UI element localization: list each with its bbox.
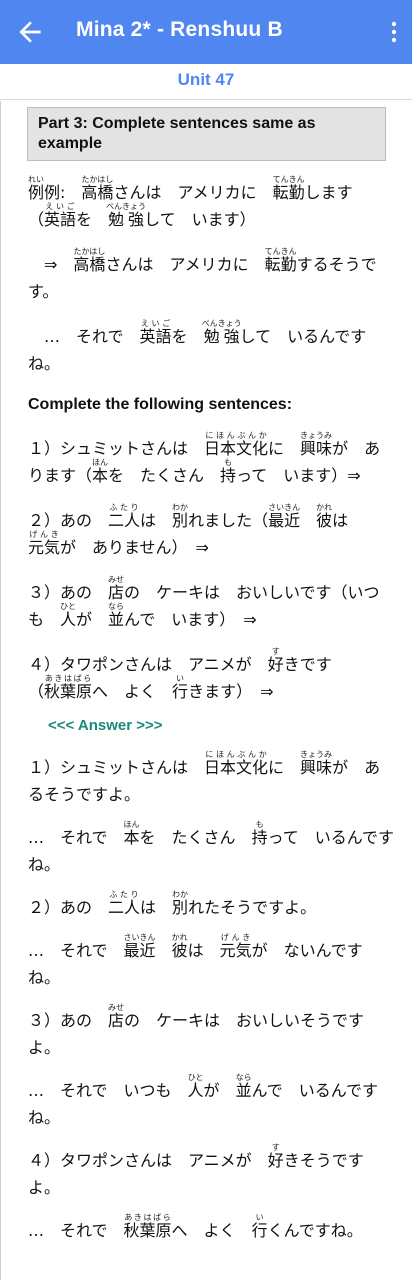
ruby-word: 持も	[251, 820, 268, 848]
ruby-word: 店みせ	[108, 575, 125, 603]
ruby-word: 最近さいきん	[268, 503, 301, 531]
ruby-word: 勉強べんきょう	[106, 202, 147, 230]
ruby-word: 行い	[172, 674, 189, 702]
ruby-word: 日本文化にほんぶんか	[204, 750, 269, 778]
answer-1-followup: … それで 本ほんを たくさん 持もって いるんですね。	[28, 820, 394, 875]
ruby-word: 彼かれ	[171, 933, 188, 961]
ruby-word: 人ひと	[60, 602, 77, 630]
answer-3: ３）あの 店みせの ケーキは おいしいそうですよ。	[28, 1003, 365, 1058]
ruby-word: 転勤てんきん	[272, 175, 305, 203]
ruby-word: 好す	[267, 647, 284, 675]
ruby-word: 転勤てんきん	[264, 247, 297, 275]
ruby-word: 本ほん	[92, 458, 109, 486]
answer-4-followup: … それで 秋葉原あきはばらへ よく 行いくんですね。	[28, 1213, 363, 1241]
example-transform: ⇒ 高橋たかはしさんは アメリカに 転勤てんきんするそうです。	[28, 247, 377, 302]
answer-2-followup: … それで 最近さいきん 彼かれは 元気げんきが ないんですね。	[28, 933, 363, 988]
ruby-word: 秋葉原あきはばら	[123, 1213, 172, 1241]
ruby-word: 英語えいご	[139, 319, 172, 347]
question-4: ４）タワポンさんは アニメが 好すきです（秋葉原あきはばらへ よく 行いきます）…	[28, 647, 332, 702]
example-sentence: 例れい例: 高橋たかはしさんは アメリカに 転勤てんきんします （英語えいごを 勉…	[28, 175, 353, 230]
answer-4: ４）タワポンさんは アニメが 好すきそうですよ。	[28, 1143, 364, 1198]
content-scroll[interactable]: Part 3: Complete sentences same as examp…	[0, 101, 412, 1280]
ruby-word: 例れい	[28, 175, 45, 203]
ruby-word: 並なら	[235, 1073, 252, 1101]
ruby-word: 日本文化にほんぶんか	[204, 431, 269, 459]
complete-heading: Complete the following sentences:	[28, 396, 293, 413]
ruby-word: 持も	[220, 458, 237, 486]
part-title-box: Part 3: Complete sentences same as examp…	[27, 107, 386, 161]
answer-3-followup: … それで いつも 人ひとが 並ならんで いるんですね。	[28, 1073, 378, 1128]
ruby-word: 秋葉原あきはばら	[44, 674, 93, 702]
ruby-word: 好す	[267, 1143, 284, 1171]
unit-header: Unit 47	[0, 64, 412, 100]
ruby-word: 興味きょうみ	[300, 431, 333, 459]
ruby-word: 行い	[251, 1213, 268, 1241]
ruby-word: 元気げんき	[219, 933, 252, 961]
app-title: Mina 2* - Renshuu B	[76, 18, 283, 41]
ruby-word: 人ひと	[187, 1073, 204, 1101]
ruby-word: 元気げんき	[28, 530, 61, 558]
ruby-word: 高橋たかはし	[81, 175, 114, 203]
question-3: ３）あの 店みせの ケーキは おいしいです（いつも 人ひとが 並ならんで います…	[28, 575, 380, 630]
question-1: １）シュミットさんは 日本文化にほんぶんかに 興味きょうみが あります（本ほんを…	[28, 431, 381, 486]
ruby-word: 高橋たかはし	[73, 247, 106, 275]
ruby-word: 本ほん	[123, 820, 140, 848]
ruby-word: 二人ふたり	[108, 890, 141, 918]
ruby-word: 彼かれ	[316, 503, 333, 531]
ruby-word: 店みせ	[108, 1003, 125, 1031]
more-vert-icon[interactable]	[390, 20, 398, 44]
ruby-word: 興味きょうみ	[300, 750, 333, 778]
answer-toggle-link[interactable]: <<< Answer >>>	[48, 717, 412, 734]
ruby-word: 最近さいきん	[123, 933, 156, 961]
answer-2: ２）あの 二人ふたりは 別わかれたそうですよ。	[28, 890, 317, 918]
question-2: ２）あの 二人ふたりは 別わかれました（最近さいきん 彼かれは 元気げんきが あ…	[28, 503, 365, 558]
unit-label: Unit 47	[177, 70, 235, 89]
arrow-left-icon[interactable]	[14, 16, 46, 48]
example-followup: … それで 英語えいごを 勉強べんきょうして いるんですね。	[28, 319, 367, 374]
ruby-word: 別わか	[172, 890, 189, 918]
ruby-word: 英語えいご	[44, 202, 77, 230]
app-bar: Mina 2* - Renshuu B	[0, 0, 412, 64]
ruby-word: 別わか	[172, 503, 189, 531]
answer-1: １）シュミットさんは 日本文化にほんぶんかに 興味きょうみが あるそうですよ。	[28, 750, 381, 805]
part-title: Part 3: Complete sentences same as examp…	[38, 115, 316, 152]
ruby-word: 二人ふたり	[108, 503, 141, 531]
ruby-word: 並なら	[108, 602, 125, 630]
ruby-word: 勉強べんきょう	[201, 319, 242, 347]
